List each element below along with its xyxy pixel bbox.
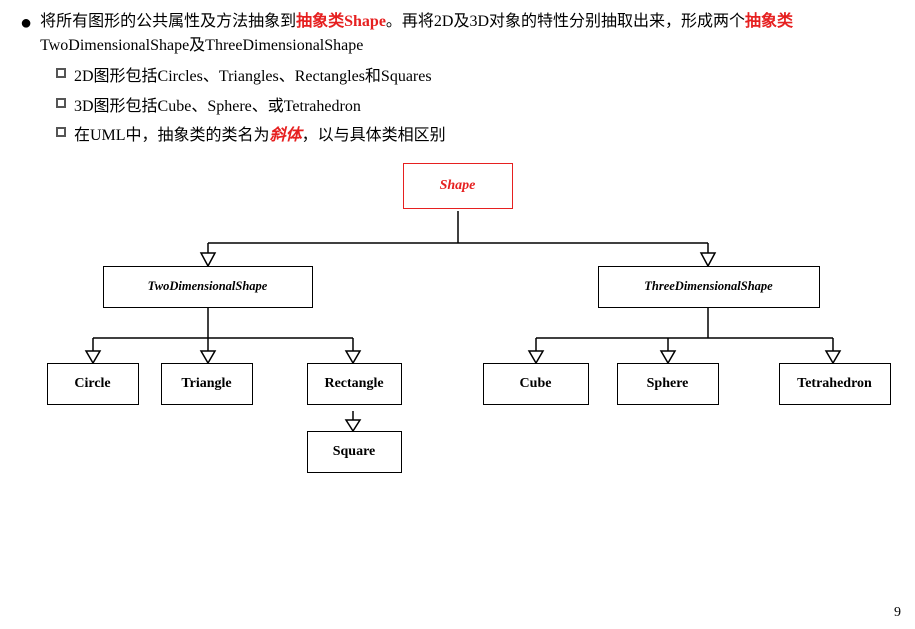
sub-text-3: 在UML中，抽象类的类名为斜体，以与具体类相区别 [74, 123, 446, 149]
two-dim-label: TwoDimensionalShape [148, 279, 268, 294]
two-dim-shape-box: TwoDimensionalShape [103, 266, 313, 308]
sub-item-3: 在UML中，抽象类的类名为斜体，以与具体类相区别 [56, 123, 895, 149]
abstract-class-highlight: 抽象类 [745, 13, 793, 30]
tetrahedron-box: Tetrahedron [779, 363, 891, 405]
sub-item-1: 2D图形包括Circles、Triangles、Rectangles和Squar… [56, 64, 895, 90]
main-bullet-text: 将所有图形的公共属性及方法抽象到抽象类Shape。再将2D及3D对象的特性分别抽… [40, 10, 793, 58]
sub-item-2: 3D图形包括Cube、Sphere、或Tetrahedron [56, 94, 895, 120]
rectangle-box: Rectangle [307, 363, 402, 405]
sub-text-2: 3D图形包括Cube、Sphere、或Tetrahedron [74, 94, 361, 120]
bullet-dot: ● [20, 12, 32, 35]
sub-bullet-square-2 [56, 98, 66, 108]
circle-box: Circle [47, 363, 139, 405]
shape-class-box: Shape [403, 163, 513, 209]
cube-box: Cube [483, 363, 589, 405]
square-box: Square [307, 431, 402, 473]
sub-bullet-square-3 [56, 127, 66, 137]
shape-label: Shape [440, 178, 476, 194]
sub-bullets: 2D图形包括Circles、Triangles、Rectangles和Squar… [56, 64, 895, 149]
main-bullet: ● 将所有图形的公共属性及方法抽象到抽象类Shape。再将2D及3D对象的特性分… [20, 10, 895, 58]
sub-bullet-square-1 [56, 68, 66, 78]
three-dim-label: ThreeDimensionalShape [644, 279, 773, 294]
italic-red-text: 斜体 [270, 127, 302, 144]
main-content: ● 将所有图形的公共属性及方法抽象到抽象类Shape。再将2D及3D对象的特性分… [0, 0, 915, 463]
page-number: 9 [894, 605, 901, 621]
square-label: Square [333, 444, 376, 460]
uml-diagram: Shape TwoDimensionalShape ThreeDimension… [23, 153, 893, 453]
three-dim-shape-box: ThreeDimensionalShape [598, 266, 820, 308]
triangle-box: Triangle [161, 363, 253, 405]
abstract-shape-highlight: 抽象类Shape [296, 13, 386, 30]
sphere-box: Sphere [617, 363, 719, 405]
sub-text-1: 2D图形包括Circles、Triangles、Rectangles和Squar… [74, 64, 432, 90]
